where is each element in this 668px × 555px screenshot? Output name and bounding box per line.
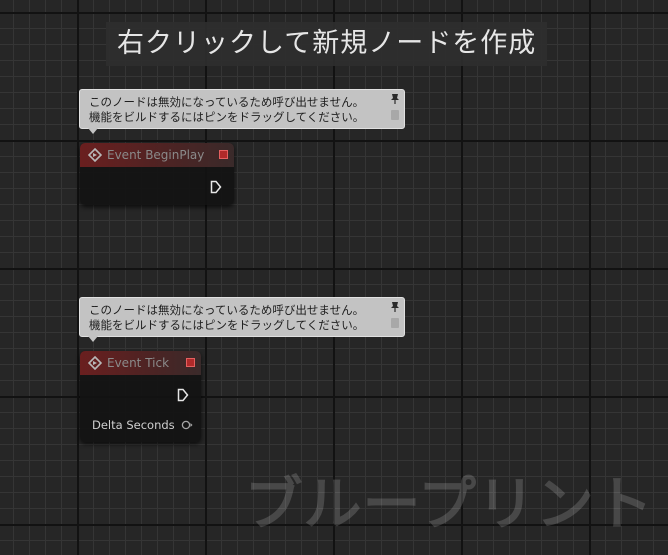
node-header[interactable]: Event BeginPlay — [80, 143, 234, 167]
pin-label: Delta Seconds — [92, 418, 175, 432]
pushpin-icon[interactable] — [389, 300, 401, 330]
float-pin-icon[interactable] — [181, 420, 193, 430]
blueprint-graph-canvas[interactable]: 右クリックして新規ノードを作成 このノードは無効になっているため呼び出せません。… — [0, 0, 668, 555]
comment-line: このノードは無効になっているため呼び出せません。 — [89, 95, 365, 109]
comment-line: このノードは無効になっているため呼び出せません。 — [89, 303, 365, 317]
graph-hint: 右クリックして新規ノードを作成 — [106, 22, 548, 66]
comment-line: 機能をビルドするにはピンをドラッグしてください。 — [89, 318, 365, 332]
comment-line: 機能をビルドするにはピンをドラッグしてください。 — [89, 110, 365, 124]
delta-seconds-pin-row[interactable]: Delta Seconds — [80, 417, 201, 433]
node-comment-bubble: このノードは無効になっているため呼び出せません。 機能をビルドするにはピンをドラ… — [79, 89, 405, 134]
event-beginplay-node[interactable]: Event BeginPlay — [80, 143, 234, 205]
node-comment-bubble: このノードは無効になっているため呼び出せません。 機能をビルドするにはピンをドラ… — [79, 297, 405, 342]
delegate-pin[interactable] — [219, 150, 228, 159]
delegate-pin[interactable] — [186, 358, 195, 367]
pushpin-icon[interactable] — [389, 92, 401, 122]
exec-arrow-icon[interactable] — [210, 180, 222, 194]
exec-arrow-icon[interactable] — [177, 388, 189, 402]
blueprint-watermark: ブループリント — [244, 470, 654, 538]
event-diamond-icon — [88, 356, 102, 370]
node-title: Event Tick — [107, 356, 170, 370]
event-tick-node[interactable]: Event Tick Delta Seconds — [80, 351, 201, 442]
node-title: Event BeginPlay — [107, 148, 205, 162]
event-diamond-icon — [88, 148, 102, 162]
node-header[interactable]: Event Tick — [80, 351, 201, 375]
